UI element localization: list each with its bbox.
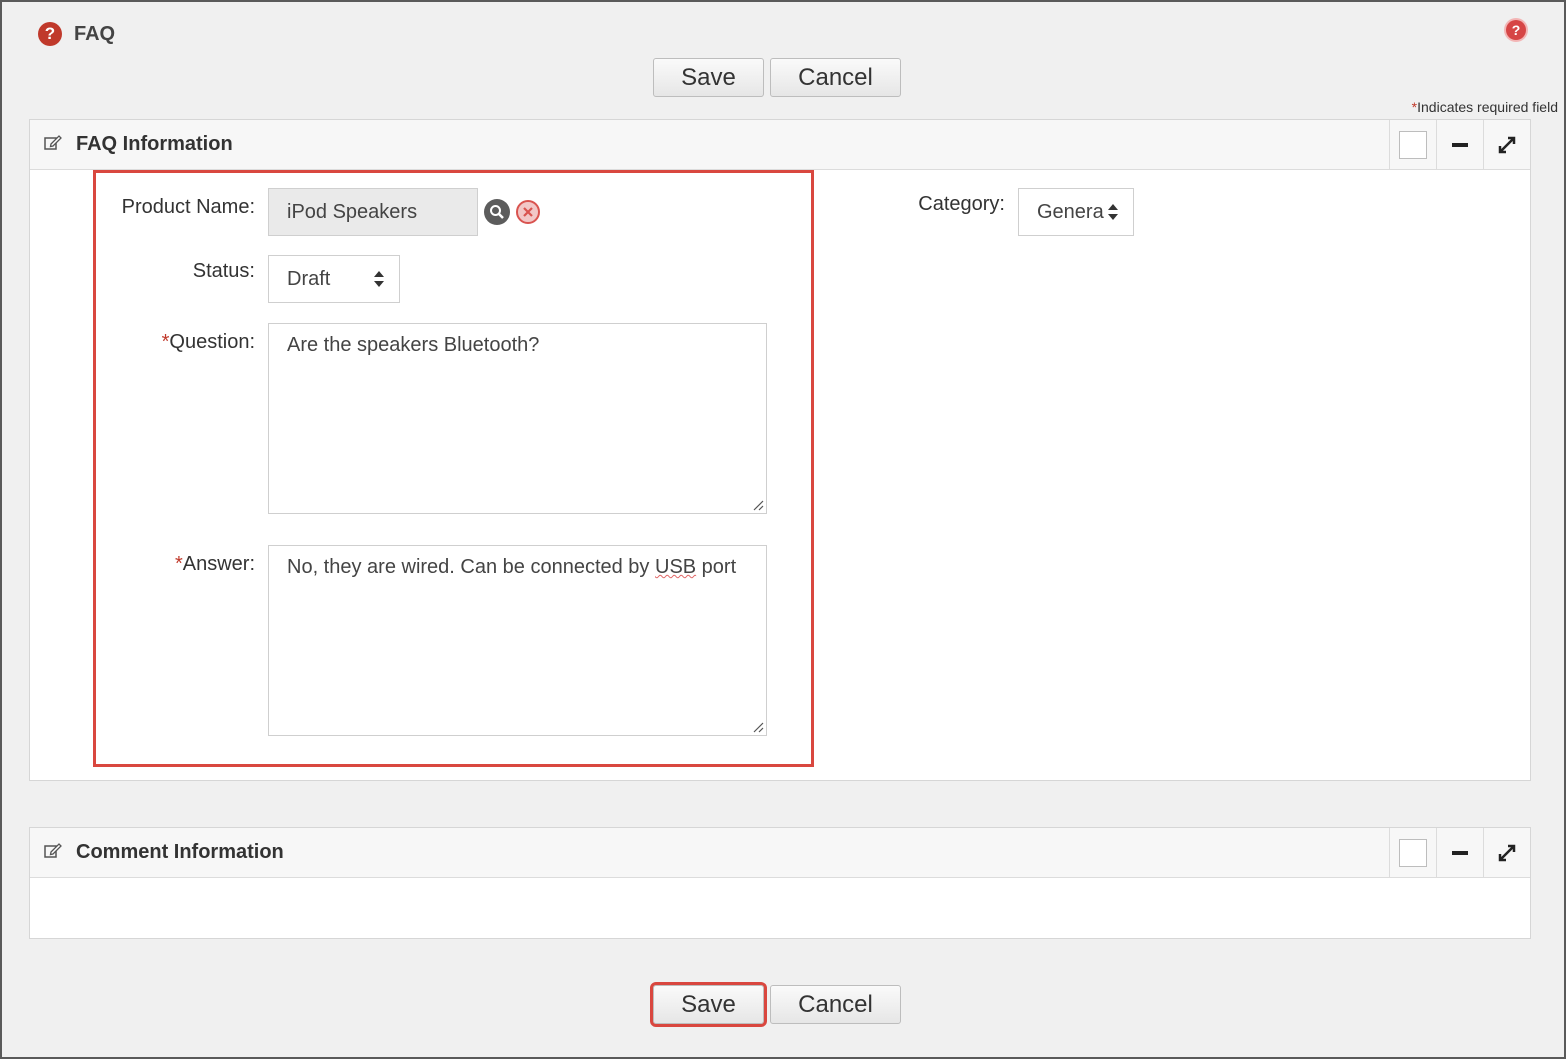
category-select[interactable]: Genera: [1018, 188, 1134, 236]
faq-panel-header: FAQ Information: [30, 120, 1530, 170]
product-name-field[interactable]: iPod Speakers: [268, 188, 478, 236]
question-text: Are the speakers Bluetooth?: [287, 334, 540, 356]
required-field-note: *Indicates required field: [1412, 99, 1558, 115]
minimize-icon: [1452, 851, 1468, 855]
answer-label: *Answer:: [100, 553, 255, 576]
minimize-icon: [1452, 143, 1468, 147]
sort-arrows-icon: [374, 271, 384, 287]
question-label-text: Question:: [169, 331, 255, 353]
product-name-label: Product Name:: [121, 196, 255, 218]
comment-panel-select[interactable]: [1389, 828, 1436, 878]
answer-required-mark: *: [174, 553, 183, 575]
clear-icon[interactable]: [516, 200, 540, 224]
faq-panel-minimize[interactable]: [1436, 120, 1483, 170]
search-icon[interactable]: [484, 199, 510, 225]
faq-panel-title: FAQ Information: [76, 133, 233, 155]
comment-panel-title: Comment Information: [76, 841, 284, 863]
save-button-bottom[interactable]: Save: [650, 982, 767, 1027]
save-button-top[interactable]: Save: [653, 58, 764, 97]
edit-icon: [44, 842, 64, 863]
status-label: Status:: [192, 260, 255, 282]
question-label: *Question:: [100, 331, 255, 354]
sort-arrows-icon: [1108, 204, 1118, 220]
answer-textarea[interactable]: No, they are wired. Can be connected by …: [268, 545, 767, 736]
faq-panel-select[interactable]: [1389, 120, 1436, 170]
checkbox[interactable]: [1399, 839, 1427, 867]
question-textarea[interactable]: Are the speakers Bluetooth?: [268, 323, 767, 514]
cancel-button-bottom[interactable]: Cancel: [770, 985, 901, 1024]
expand-icon: [1498, 136, 1516, 154]
resize-handle[interactable]: [752, 499, 764, 511]
page-title: FAQ: [74, 22, 116, 45]
status-value: Draft: [287, 267, 331, 290]
comment-panel-expand[interactable]: [1483, 828, 1530, 878]
answer-text-end: port: [696, 556, 737, 578]
answer-text-flagged: USB: [655, 556, 697, 578]
status-select[interactable]: Draft: [268, 255, 400, 303]
required-note-text: Indicates required field: [1417, 99, 1558, 115]
answer-text-start: No, they are wired. Can be connected by: [287, 556, 655, 578]
top-button-row: Save Cancel: [653, 58, 901, 97]
category-value: Genera: [1037, 200, 1104, 223]
help-icon[interactable]: ?: [1506, 20, 1526, 40]
faq-panel-expand[interactable]: [1483, 120, 1530, 170]
comment-panel-controls: [1389, 828, 1530, 878]
page-header: ? FAQ: [38, 22, 115, 46]
comment-information-panel: Comment Information: [29, 827, 1531, 939]
checkbox[interactable]: [1399, 131, 1427, 159]
expand-icon: [1498, 844, 1516, 862]
resize-handle[interactable]: [752, 721, 764, 733]
category-label: Category:: [918, 193, 1005, 215]
bottom-button-row: Save Cancel: [650, 982, 901, 1027]
comment-panel-header: Comment Information: [30, 828, 1530, 878]
answer-label-text: Answer:: [182, 553, 255, 575]
faq-panel-controls: [1389, 120, 1530, 170]
comment-panel-minimize[interactable]: [1436, 828, 1483, 878]
edit-icon: [44, 134, 64, 155]
question-icon: ?: [38, 22, 62, 46]
cancel-button-top[interactable]: Cancel: [770, 58, 901, 97]
